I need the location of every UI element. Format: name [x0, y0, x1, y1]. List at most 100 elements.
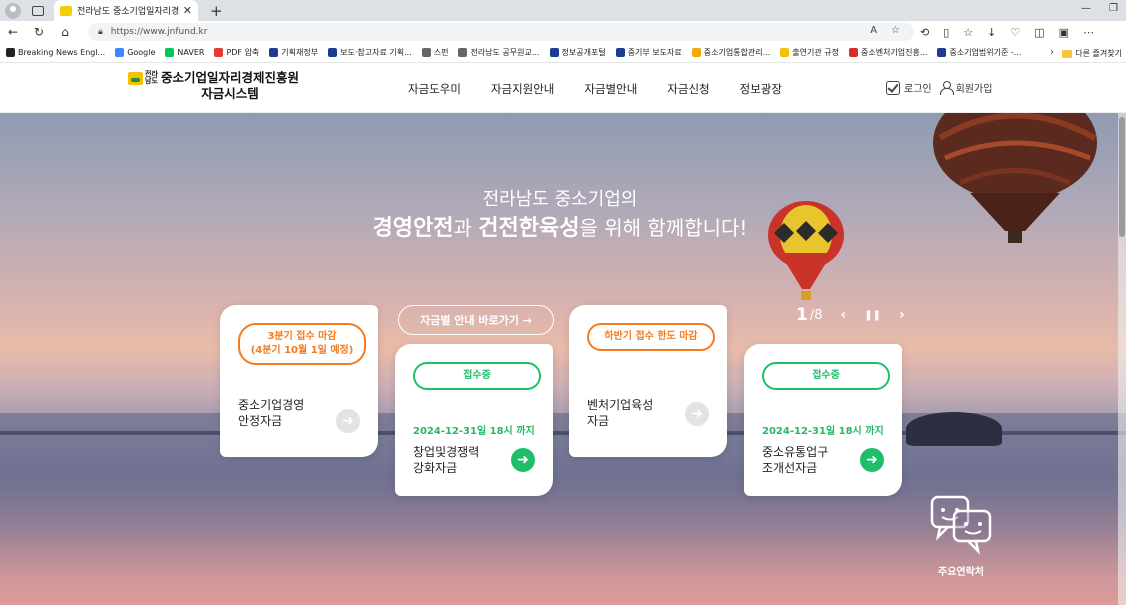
browser-tabbar: 전라남도 중소기업일자리경제진흥원 ✕ + — ❐	[0, 0, 1126, 21]
bookmark-item[interactable]: 기획재정부	[269, 47, 318, 58]
login-link[interactable]: 로그인	[904, 80, 932, 95]
bookmark-label: Breaking News Engl...	[18, 48, 106, 57]
collections-icon[interactable]: ♡	[1010, 26, 1020, 39]
nav-item-fund-support[interactable]: 자금지원안내	[491, 81, 554, 97]
site-logo[interactable]: 전라남도 중소기업일자리경제진흥원 자금시스템	[128, 70, 299, 102]
slider-controls: 1 /8 ‹ ❚❚ ›	[796, 305, 905, 325]
read-aloud-icon[interactable]: A	[870, 25, 877, 36]
favorite-star-icon[interactable]: ☆	[891, 25, 900, 36]
new-tab-icon[interactable]: +	[210, 2, 223, 20]
site-favicon-icon	[60, 5, 72, 16]
bookmark-favicon-icon	[549, 48, 559, 57]
nav-item-fund-guide[interactable]: 자금별안내	[584, 81, 637, 97]
card-title: 벤처기업육성 자금	[587, 398, 654, 428]
main-contacts-button[interactable]: 주요연락처	[926, 495, 996, 578]
hero-line2: 경영안전과 건전한육성을 위해 함께합니다!	[340, 213, 780, 244]
card-title: 중소기업경영 안정자금	[238, 398, 305, 428]
bookmark-item[interactable]: 정보공개포털	[549, 47, 606, 58]
bookmark-favicon-icon	[937, 48, 947, 57]
screenshot-icon[interactable]: ◫	[1034, 26, 1044, 39]
maximize-icon[interactable]: ❐	[1109, 3, 1118, 14]
downloads-icon[interactable]: ↓	[987, 26, 996, 39]
logo-mark-icon	[128, 72, 143, 85]
arrow-right-icon[interactable]: ➜	[860, 448, 884, 472]
signup-link[interactable]: 회원가입	[956, 80, 993, 95]
bookmarks-bar: Breaking News Engl... Google NAVER PDF 압축 기획…	[0, 43, 1126, 63]
more-menu-icon[interactable]: ⋯	[1083, 26, 1094, 39]
bookmark-label: 출연기관 규정	[792, 48, 839, 57]
hot-air-balloon-large	[933, 113, 1097, 243]
bookmark-favicon-icon	[6, 48, 15, 57]
contact-label: 주요연락처	[938, 567, 984, 578]
hero-highlight-2: 건전한육성	[478, 216, 580, 241]
folder-icon	[1062, 49, 1073, 58]
slide-prev-icon[interactable]: ‹	[841, 307, 847, 323]
more-bookmarks-icon[interactable]: ›	[1050, 47, 1054, 58]
bookmark-label: 중소벤처기업진흥...	[860, 48, 928, 57]
arrow-right-icon[interactable]: ➜	[511, 448, 535, 472]
close-tab-icon[interactable]: ✕	[183, 4, 192, 17]
arrow-right-icon[interactable]: ➜	[336, 409, 360, 433]
browser-tab[interactable]: 전라남도 중소기업일자리경제진흥원 ✕	[54, 0, 198, 21]
refresh-icon[interactable]: ↻	[26, 25, 52, 39]
bookmark-item[interactable]: 출연기관 규정	[780, 47, 839, 58]
fund-card-venture-growth[interactable]: 하반기 접수 한도 마감 벤처기업육성 자금 ➜	[569, 305, 727, 457]
fund-card-startup-competitiveness[interactable]: 접수중 2024-12-31일 18시 까지 창업및경쟁력 강화자금 ➜	[395, 344, 553, 496]
slide-pause-icon[interactable]: ❚❚	[864, 310, 881, 321]
bookmark-item[interactable]: PDF 압축	[214, 47, 259, 58]
bookmark-favicon-icon	[691, 48, 701, 57]
bookmark-item[interactable]: 보도·참고자료 기획...	[328, 47, 412, 58]
slide-current: 1	[796, 305, 808, 325]
nav-item-info-plaza[interactable]: 정보광장	[740, 81, 782, 97]
logo-title: 중소기업일자리경제진흥원	[161, 70, 300, 85]
bookmark-item[interactable]: 전라남도 공무원교...	[458, 47, 540, 58]
bookmark-favicon-icon	[458, 48, 468, 57]
bookmark-item[interactable]: 중소기업통합관리...	[691, 47, 770, 58]
slide-next-icon[interactable]: ›	[899, 307, 905, 323]
app-icon[interactable]: ▣	[1059, 26, 1069, 39]
user-links: 로그인 회원가입	[886, 80, 992, 95]
bookmark-item[interactable]: 중소벤처기업진흥...	[848, 47, 928, 58]
bookmark-item[interactable]: Breaking News Engl...	[6, 48, 105, 57]
profile-icon[interactable]	[5, 2, 21, 19]
bookmark-item[interactable]: 중기부 보도자료	[615, 47, 682, 58]
bookmark-item[interactable]: 중소기업범위기준 -...	[937, 47, 1021, 58]
fund-card-distribution-improvement[interactable]: 접수중 2024-12-31일 18시 까지 중소유통업구 조개선자금 ➜	[744, 344, 902, 496]
split-screen-icon[interactable]: ▯	[943, 26, 949, 39]
favorites-icon[interactable]: ☆	[963, 26, 973, 39]
logo-subtitle: 자금시스템	[201, 86, 259, 101]
chat-bubbles-icon	[930, 495, 992, 555]
home-icon[interactable]: ⌂	[52, 25, 78, 39]
status-badge: 접수중	[762, 362, 890, 390]
address-toolbar: ← ↻ ⌂ 🔒︎ https://www.jnfund.kr A ☆ ⟲ ▯ ☆…	[0, 21, 1126, 43]
card-deadline: 2024-12-31일 18시 까지	[762, 426, 884, 437]
bookmark-item[interactable]: Google	[115, 48, 155, 57]
hero-banner: 전라남도 중소기업의 경영안전과 건전한육성을 위해 함께합니다! 자금별 안내…	[0, 113, 1126, 605]
nav-item-fund-helper[interactable]: 자금도우미	[408, 81, 461, 97]
other-bookmarks-folder[interactable]: 다른 즐겨찾기	[1062, 48, 1122, 59]
bookmark-favicon-icon	[780, 48, 790, 57]
logo-region: 전라남도	[145, 70, 158, 85]
scrollbar-thumb[interactable]	[1119, 117, 1125, 237]
bookmark-item[interactable]: 스펀	[421, 47, 448, 58]
slide-total: /8	[809, 307, 823, 323]
fund-guide-shortcut-button[interactable]: 자금별 안내 바로가기 →	[398, 305, 554, 335]
bookmark-favicon-icon	[115, 48, 125, 57]
workspaces-icon[interactable]	[32, 5, 44, 16]
lock-icon[interactable]: 🔒︎	[98, 27, 103, 37]
arrow-right-icon[interactable]: ➜	[685, 402, 709, 426]
back-icon[interactable]: ←	[0, 25, 26, 39]
nav-item-fund-apply[interactable]: 자금신청	[667, 81, 709, 97]
extensions-icon[interactable]: ⟲	[920, 26, 929, 39]
badge-line1: 3분기 접수 마감	[267, 331, 337, 342]
bookmark-label: 중기부 보도자료	[627, 48, 682, 57]
bookmark-label: NAVER	[177, 48, 205, 57]
fund-card-management-stability[interactable]: 3분기 접수 마감 (4분기 10월 1일 예정) 중소기업경영 안정자금 ➜	[220, 305, 378, 457]
bookmark-label: Google	[127, 48, 156, 57]
url-field[interactable]: 🔒︎ https://www.jnfund.kr A ☆	[88, 23, 914, 41]
card-deadline: 2024-12-31일 18시 까지	[413, 426, 535, 437]
bookmark-favicon-icon	[165, 48, 175, 57]
minimize-icon[interactable]: —	[1081, 3, 1091, 14]
bookmark-item[interactable]: NAVER	[165, 48, 204, 57]
bookmark-label: 정보공개포털	[561, 48, 606, 57]
